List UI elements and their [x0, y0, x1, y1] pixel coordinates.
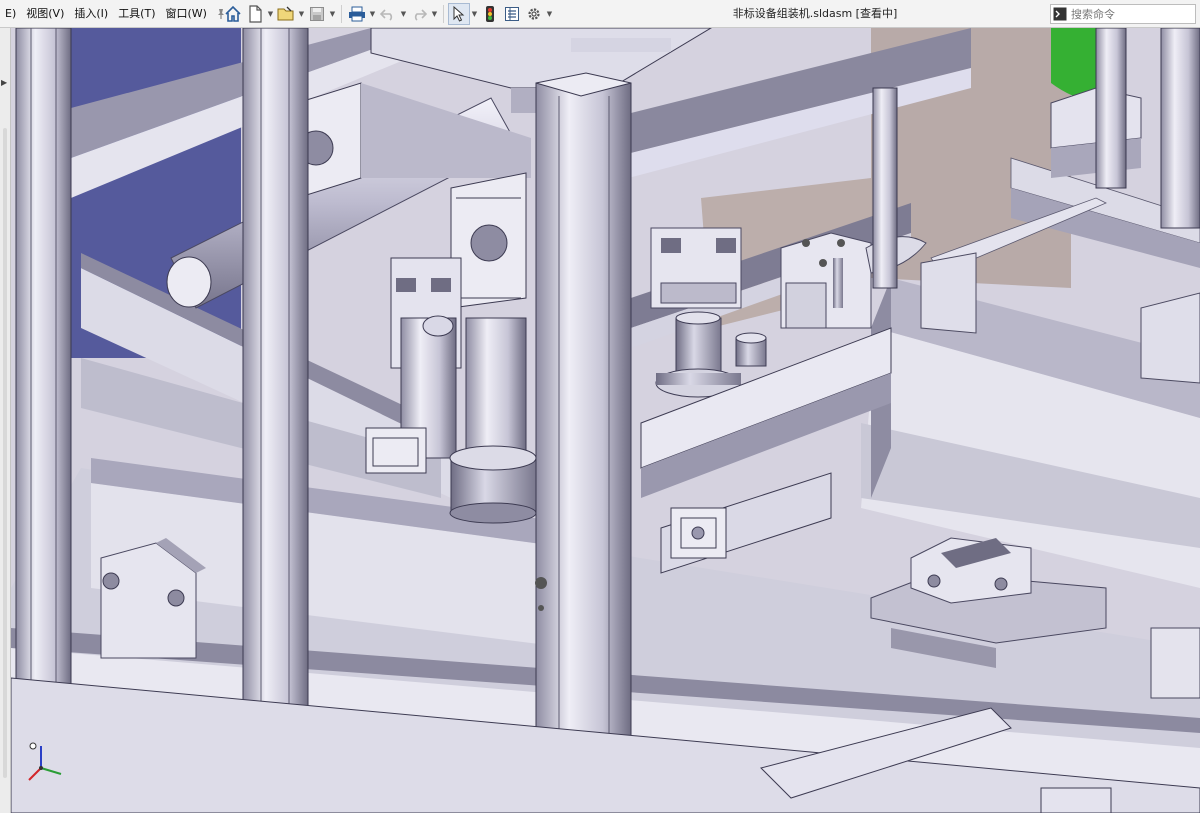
toolbar-separator: [443, 5, 444, 23]
vertical-scrollbar[interactable]: [3, 128, 7, 778]
select-dropdown-chevron-icon[interactable]: ▼: [470, 3, 479, 25]
quick-access-toolbar: ▼ ▼ ▼ ▼ ▼ ▼ ▼ ▼: [222, 2, 554, 26]
save-icon[interactable]: [306, 3, 328, 25]
menu-bar: E) 视图(V) 插入(I) 工具(T) 窗口(W): [0, 0, 228, 28]
save-dropdown-chevron-icon[interactable]: ▼: [328, 3, 337, 25]
options-gear-icon[interactable]: [523, 3, 545, 25]
menu-item-view[interactable]: 视图(V): [21, 0, 69, 28]
file-properties-icon[interactable]: [501, 3, 523, 25]
menu-item-window[interactable]: 窗口(W): [161, 0, 212, 28]
menu-item-edit[interactable]: E): [0, 0, 21, 28]
upright-post-mid-left: [242, 28, 309, 719]
traffic-light-icon[interactable]: [479, 3, 501, 25]
top-toolbar: E) 视图(V) 插入(I) 工具(T) 窗口(W) ▼ ▼ ▼ ▼ ▼ ▼ ▼…: [0, 0, 1200, 28]
screw-head: [538, 605, 544, 611]
upright-post-center: [535, 72, 632, 813]
open-dropdown-chevron-icon[interactable]: ▼: [297, 3, 306, 25]
upright-post-left: [15, 28, 72, 689]
assembly-3d-view: [11, 28, 1200, 813]
undo-dropdown-chevron-icon[interactable]: ▼: [399, 3, 408, 25]
profile-end-cross-mid: [450, 172, 527, 309]
new-document-icon[interactable]: [244, 3, 266, 25]
select-arrow-icon[interactable]: [448, 3, 470, 25]
small-bracket-left: [365, 427, 427, 474]
command-prompt-icon: [1051, 5, 1069, 23]
small-cylinder: [735, 332, 767, 367]
menu-item-insert[interactable]: 插入(I): [69, 0, 113, 28]
search-commands-input[interactable]: [1069, 6, 1191, 22]
fixture-block-right: [1150, 627, 1200, 699]
options-dropdown-chevron-icon[interactable]: ▼: [545, 3, 554, 25]
front-foot-right: [1040, 787, 1112, 813]
command-search-box[interactable]: [1050, 4, 1196, 24]
open-folder-icon[interactable]: [275, 3, 297, 25]
beam-end-profile: [670, 507, 727, 559]
top-toolbar-ghost-icons: [571, 38, 671, 52]
new-dropdown-chevron-icon[interactable]: ▼: [266, 3, 275, 25]
window-title: 非标设备组装机.sldasm [查看中]: [732, 7, 898, 20]
toolbar-separator: [341, 5, 342, 23]
print-dropdown-chevron-icon[interactable]: ▼: [368, 3, 377, 25]
cad-graphics-area[interactable]: [11, 28, 1200, 813]
screw-head: [535, 577, 547, 589]
rail-end-cap: [920, 252, 977, 334]
upright-post-mid-right: [872, 87, 898, 289]
home-icon[interactable]: [222, 3, 244, 25]
rail-end-cap: [1140, 292, 1200, 384]
undo-icon[interactable]: [377, 3, 399, 25]
redo-dropdown-chevron-icon[interactable]: ▼: [430, 3, 439, 25]
expand-panel-arrow-icon[interactable]: ▶: [1, 78, 7, 87]
redo-icon[interactable]: [408, 3, 430, 25]
print-icon[interactable]: [346, 3, 368, 25]
menu-item-tools[interactable]: 工具(T): [113, 0, 160, 28]
left-panel-collapse-strip[interactable]: ▶: [0, 28, 11, 813]
